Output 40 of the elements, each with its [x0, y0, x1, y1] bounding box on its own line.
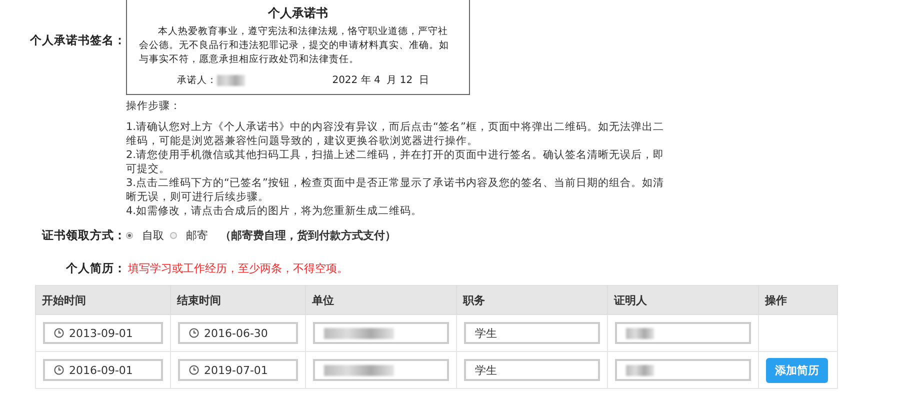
- signer-label: 承诺人：: [177, 74, 217, 86]
- clock-icon: [189, 328, 199, 338]
- clock-icon: [54, 365, 64, 375]
- input-field[interactable]: [615, 322, 751, 344]
- radio-button[interactable]: [126, 232, 133, 239]
- document-text: 本人热爱教育事业，遵守宪法和法律法规，恪守职业道德，严守社会公德。无不良品行和违法犯罪记录，提交的申请材料真实、准确。如与事实不符，愿意承担相应行政处罚和法律责任。: [139, 25, 450, 67]
- date-field[interactable]: 2016-06-30: [178, 322, 298, 344]
- step-text: 2.请您使用手机微信或其他扫码工具，扫描上述二维码，并在打开的页面中进行签名。确认签名清晰无误后，即可提交。: [126, 148, 666, 176]
- document-date: 2022 年 4 月 12 日: [332, 74, 429, 87]
- input-field[interactable]: [615, 359, 751, 381]
- document-title: 个人承诺书: [266, 5, 329, 22]
- radio-label[interactable]: 自取: [142, 228, 164, 243]
- delivery-note: （邮寄费自理，货到付款方式支付）: [220, 228, 396, 243]
- column-header: 证明人: [608, 286, 758, 314]
- step-text: 1.请确认您对上方《个人承诺书》中的内容没有异议，而后点击“签名”框，页面中将弹出二维码。如无法弹出二维码，可能是浏览器兼容性问题导致的，建议更换谷歌浏览器进行操作。: [126, 120, 665, 148]
- field-label: 个人简历：: [65, 261, 126, 276]
- column-header: 操作: [758, 286, 838, 314]
- steps-heading: 操作步骤：: [126, 99, 182, 113]
- signed-pledge-document[interactable]: 个人承诺书 本人热爱教育事业，遵守宪法和法律法规，恪守职业道德，严守社会公德。无不良品行和违法犯罪记录，提交的申请材料真实、准确。如与事实不符，愿意承担相应行政处罚和法律责任。 承诺人： 2022 年 4 月 12 日: [126, 0, 470, 95]
- input-field[interactable]: [313, 359, 449, 381]
- column-header: 开始时间: [36, 286, 170, 314]
- date-field[interactable]: 2019-07-01: [178, 359, 298, 381]
- date-field[interactable]: 2016-09-01: [43, 359, 163, 381]
- column-header: 结束时间: [170, 286, 306, 314]
- column-header: 单位: [306, 286, 456, 314]
- date-field[interactable]: 2013-09-01: [43, 322, 163, 344]
- step-text: 4.如需修改，请点击合成后的图片，将为您重新生成二维码。: [126, 204, 424, 218]
- blurred-signature: [217, 74, 245, 86]
- field-label: 证书领取方式：: [40, 228, 126, 243]
- step-text: 3.点击二维码下方的“已签名”按钮，检查页面中是否正常显示了承诺书内容及您的签名、当前日期的组合。如清晰无误，则可进行后续步骤。: [126, 176, 665, 204]
- clock-icon: [189, 365, 199, 375]
- radio-label[interactable]: 邮寄: [186, 228, 208, 243]
- hint-text: 填写学习或工作经历，至少两条，不得空项。: [128, 261, 348, 276]
- input-field[interactable]: 学生: [464, 322, 600, 344]
- radio-button[interactable]: [170, 232, 177, 239]
- input-field[interactable]: [313, 322, 449, 344]
- field-label: 个人承诺书签名：: [29, 33, 126, 48]
- clock-icon: [54, 328, 64, 338]
- input-field[interactable]: 学生: [464, 359, 600, 381]
- column-header: 职务: [456, 286, 608, 314]
